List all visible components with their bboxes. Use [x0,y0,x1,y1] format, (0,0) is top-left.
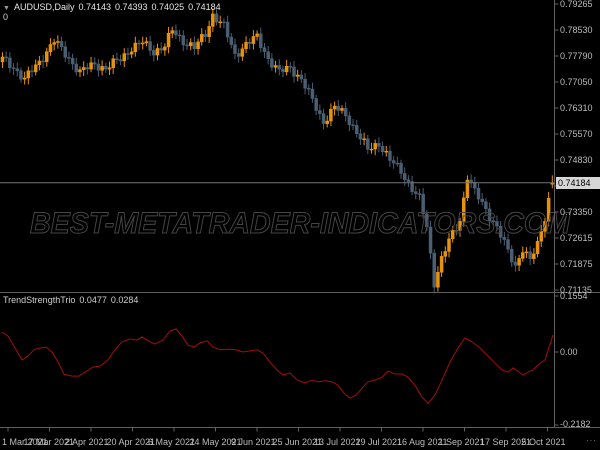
current-price-tag: 0.74184 [556,177,600,189]
indicator-name: TrendStrengthTrio [3,295,75,305]
price-axis-label: 0.77790 [560,51,593,61]
price-axis-label: 0.79265 [560,0,593,9]
price-axis-label: 0.71875 [560,259,593,269]
time-axis-label: 2 Apr 2021 [65,437,109,447]
price-axis-label: 0.78530 [560,25,593,35]
price-axis-label: 0.76310 [560,103,593,113]
quote-readout: ▼ AUDUSD,Daily0.74143 0.74393 0.740250.7418… [3,2,225,14]
price-axis-label: 0.73350 [560,207,593,217]
quote-high: 0.74393 [115,2,148,12]
indicator-title: TrendStrengthTrio 0.0477 0.0284 [3,295,142,305]
quote-low: 0.74025 [152,2,185,12]
candles-layer[interactable] [1,8,554,293]
candlestick-chart[interactable]: BEST-METATRADER-INDICATORS.COM [0,0,600,450]
time-axis-label: 13 Jul 2021 [314,437,361,447]
quote-open: 0.74143 [78,2,111,12]
price-axis-label: 0.72615 [560,233,593,243]
quote-close: 0.74184 [188,2,221,12]
indicator-line [2,329,553,403]
price-axis-label: 0.74830 [560,155,593,165]
indicator-axis-max: 0.1554 [560,291,588,301]
symbol-timeframe: AUDUSD,Daily [14,2,75,12]
quote-subline: 0 [3,12,8,22]
indicator-axis-min: -0.2182 [560,419,591,429]
price-axis-label: 0.75570 [560,129,593,139]
axis-corner-dots: ··· [586,436,597,445]
symbol-marker-icon: ▼ [3,5,10,12]
watermark-text: BEST-METATRADER-INDICATORS.COM [30,207,571,240]
watermark: BEST-METATRADER-INDICATORS.COM [30,207,571,240]
time-axis-label: 29 Jul 2021 [356,437,403,447]
time-axis-label: 9 Jun 2021 [231,437,276,447]
indicator-value-2: 0.0284 [111,295,139,305]
time-axis-label: 1 Sep 2021 [439,437,485,447]
time-axis-label: 6 May 2021 [148,437,195,447]
indicator-value-1: 0.0477 [79,295,107,305]
mt4-chart-window: BEST-METATRADER-INDICATORS.COM ▼ AUDUSD,D… [0,0,600,450]
time-axis-label: 5 Oct 2021 [522,437,566,447]
indicator-axis-zero: 0.00 [560,347,578,357]
price-axis-label: 0.77050 [560,77,593,87]
